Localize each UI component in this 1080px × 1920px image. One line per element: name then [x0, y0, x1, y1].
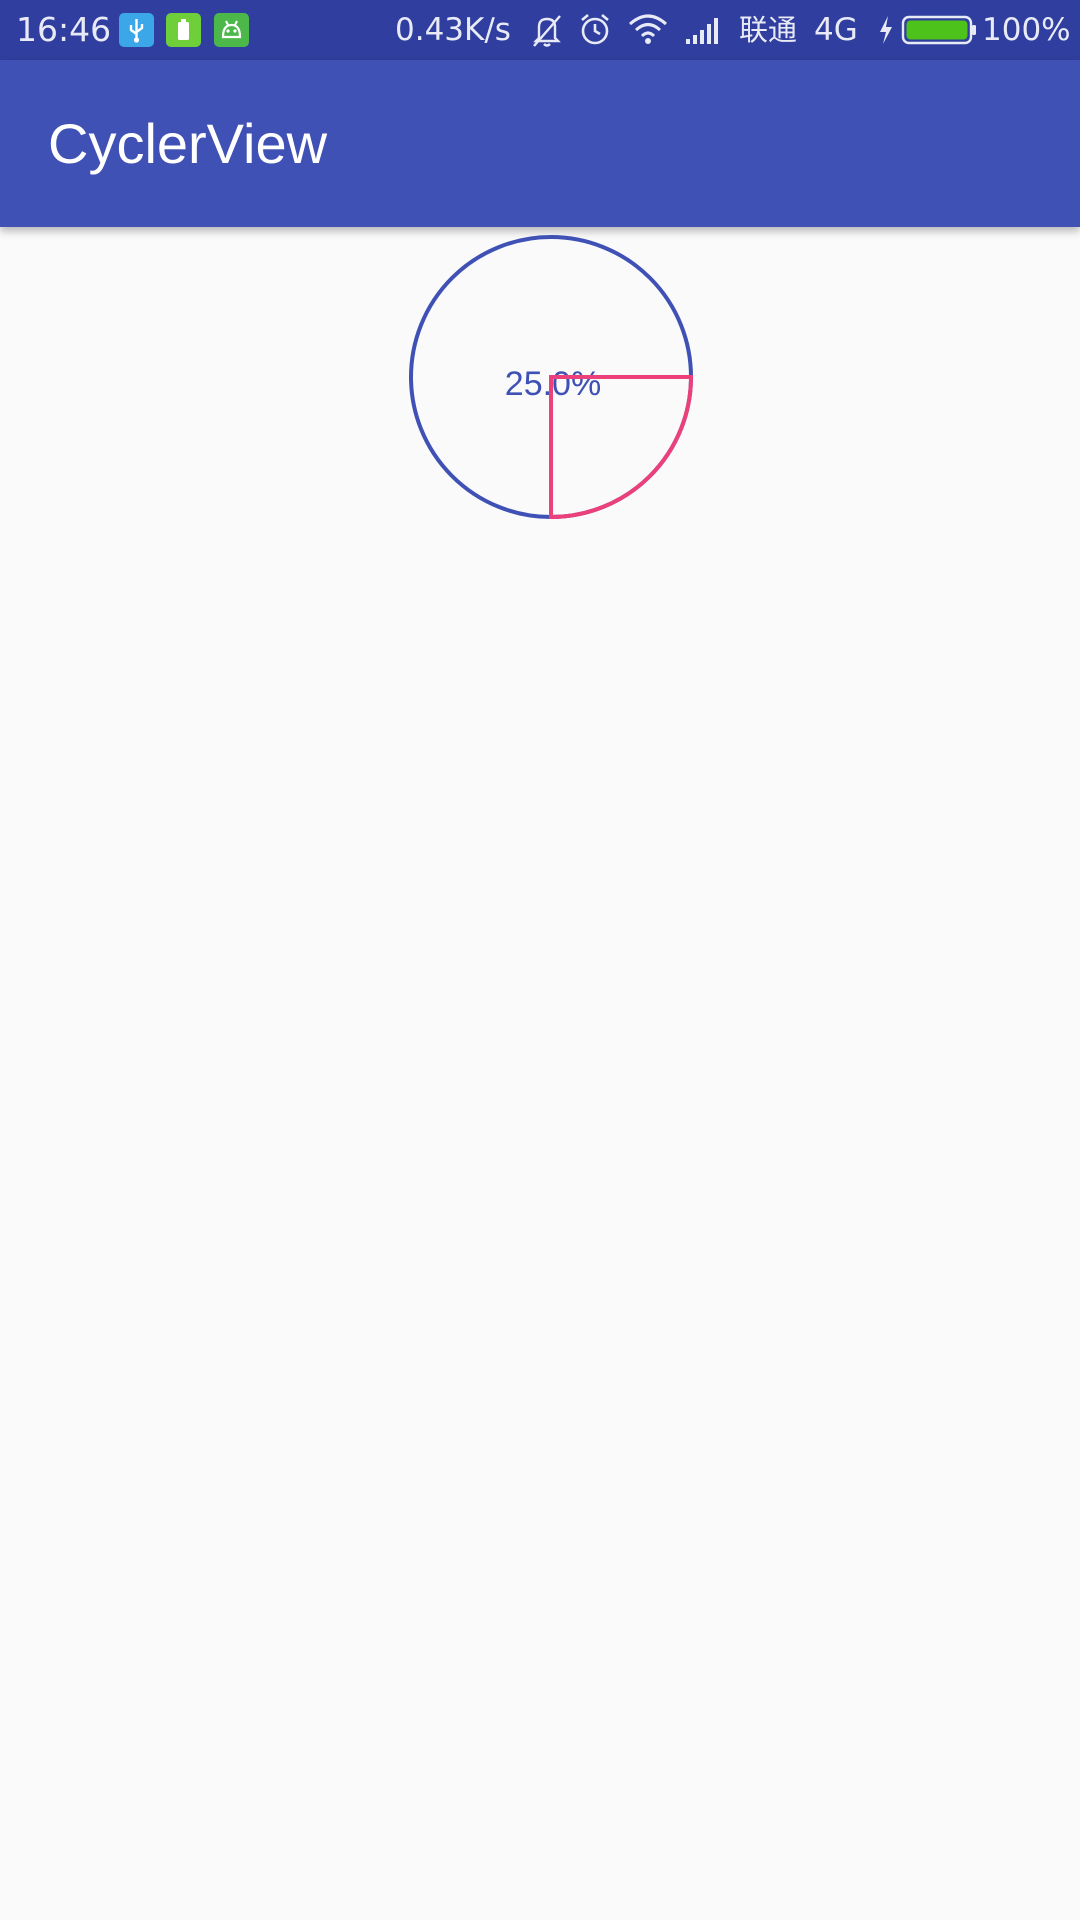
usb-icon: [119, 13, 154, 47]
app-bar: CyclerView: [0, 60, 1080, 227]
android-icon: [214, 13, 249, 47]
app-title: CyclerView: [48, 112, 328, 175]
cycler-progress-view: 25.0%: [409, 235, 694, 520]
bell-off-icon: [533, 15, 561, 47]
charging-bolt-icon: [880, 16, 892, 44]
carrier-label: 联通: [739, 13, 798, 47]
status-time: 16:46: [16, 10, 112, 49]
main-content: 25.0%: [0, 227, 1080, 1920]
net-speed-label: 0.43K/s: [395, 12, 511, 48]
battery-saver-icon: [166, 13, 201, 47]
network-type-label: 4G: [814, 12, 858, 48]
status-bar: 16:46 0.43K/s 联通 4G 100%: [0, 0, 1080, 60]
battery-icon: [901, 15, 976, 45]
battery-percent-label: 100%: [982, 12, 1071, 48]
wifi-icon: [629, 14, 667, 44]
alarm-clock-icon: [581, 14, 609, 45]
signal-icon: [686, 18, 718, 44]
